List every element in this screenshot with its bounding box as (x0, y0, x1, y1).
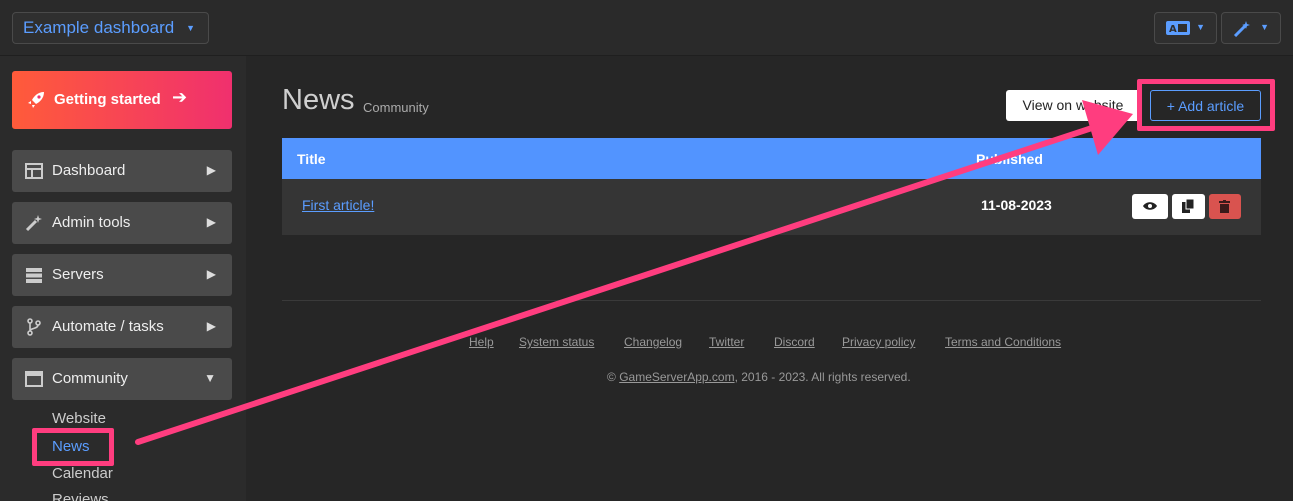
copyright-text: © GameServerApp.com, 2016 - 2023. All ri… (607, 370, 911, 384)
footer-link-system-status[interactable]: System status (519, 335, 594, 349)
main-content (246, 56, 1293, 501)
column-header-published: Published (976, 151, 1043, 167)
server-icon (26, 268, 42, 283)
highlight-news-item (32, 428, 114, 466)
rocket-icon (28, 92, 44, 108)
view-on-website-button[interactable]: View on website (1006, 90, 1140, 121)
footer-link-privacy-policy[interactable]: Privacy policy (842, 335, 915, 349)
copyright-prefix: © (607, 370, 620, 384)
sidebar-subitem-calendar[interactable]: Calendar (52, 465, 113, 482)
article-published-date: 11-08-2023 (981, 197, 1052, 213)
copyright-link[interactable]: GameServerApp.com (619, 370, 734, 384)
table-icon (25, 163, 43, 179)
sidebar-item-label: Admin tools (52, 214, 131, 231)
sidebar-item-label: Automate / tasks (52, 318, 164, 335)
tools-button[interactable]: ▼ (1221, 12, 1281, 44)
page-subtitle: Community (363, 100, 429, 115)
footer-link-changelog[interactable]: Changelog (624, 335, 682, 349)
footer-link-help[interactable]: Help (469, 335, 494, 349)
sidebar-item-label: Dashboard (52, 162, 126, 179)
copy-icon (1182, 199, 1194, 213)
arrow-right-icon: ➔ (172, 87, 188, 107)
branch-icon (27, 318, 41, 336)
caret-down-icon: ▼ (204, 371, 216, 385)
table-row: First article! 11-08-2023 (282, 179, 1261, 235)
copy-article-button[interactable] (1172, 194, 1205, 219)
caret-right-icon: ▶ (206, 319, 216, 333)
sidebar-item-community[interactable]: Community ▼ (12, 358, 232, 400)
magic-wand-icon (25, 215, 42, 232)
svg-text:A: A (1169, 24, 1177, 35)
footer-divider (282, 300, 1261, 301)
table-header: Title Published (282, 138, 1261, 179)
getting-started-label: Getting started (54, 91, 161, 108)
copyright-suffix: , 2016 - 2023. All rights reserved. (734, 370, 911, 384)
sidebar-subitem-reviews[interactable]: Reviews (52, 491, 109, 501)
getting-started-button[interactable]: Getting started ➔ (12, 71, 232, 129)
view-article-button[interactable] (1132, 194, 1168, 219)
window-icon (25, 371, 43, 387)
caret-right-icon: ▶ (206, 267, 216, 281)
translate-icon: A (1166, 21, 1190, 35)
article-title-link[interactable]: First article! (302, 197, 374, 213)
eye-icon (1143, 202, 1157, 210)
magic-wand-icon (1233, 21, 1250, 37)
sidebar-item-automate[interactable]: Automate / tasks ▶ (12, 306, 232, 348)
sidebar-item-dashboard[interactable]: Dashboard ▶ (12, 150, 232, 192)
sidebar-item-servers[interactable]: Servers ▶ (12, 254, 232, 296)
page-title: News (282, 84, 355, 116)
highlight-add-article (1137, 79, 1275, 131)
caret-right-icon: ▶ (206, 215, 216, 229)
delete-article-button[interactable] (1209, 194, 1241, 219)
trash-icon (1219, 200, 1230, 213)
dashboard-select-label: Example dashboard (23, 18, 175, 37)
sidebar-item-admin-tools[interactable]: Admin tools ▶ (12, 202, 232, 244)
footer-link-terms[interactable]: Terms and Conditions (945, 335, 1061, 349)
sidebar-item-label: Community (52, 370, 128, 387)
language-button[interactable]: A ▼ (1154, 12, 1217, 44)
caret-down-icon: ▼ (1260, 22, 1269, 32)
caret-down-icon: ▼ (1196, 22, 1205, 32)
caret-right-icon: ▶ (206, 163, 216, 177)
news-table: Title Published First article! 11-08-202… (282, 138, 1261, 235)
sidebar-item-label: Servers (52, 266, 104, 283)
caret-down-icon: ▼ (186, 23, 195, 33)
footer-link-twitter[interactable]: Twitter (709, 335, 744, 349)
column-header-title: Title (297, 151, 326, 167)
sidebar-subitem-website[interactable]: Website (52, 410, 106, 427)
dashboard-select[interactable]: Example dashboard ▼ (12, 12, 209, 44)
top-bar: Example dashboard ▼ A ▼ ▼ (0, 0, 1293, 56)
footer-link-discord[interactable]: Discord (774, 335, 815, 349)
